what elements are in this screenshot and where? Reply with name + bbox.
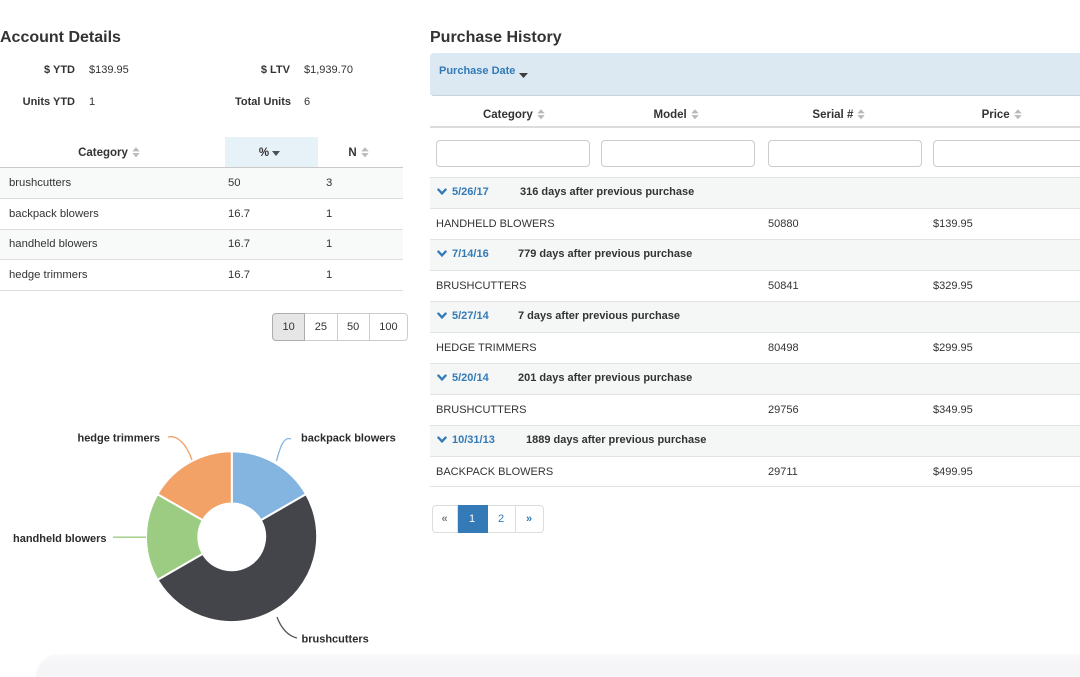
svg-text:brushcutters: brushcutters xyxy=(302,634,369,646)
svg-text:hedge trimmers: hedge trimmers xyxy=(77,433,160,445)
svg-text:backpack blowers: backpack blowers xyxy=(301,433,396,445)
svg-text:handheld blowers: handheld blowers xyxy=(13,533,107,545)
